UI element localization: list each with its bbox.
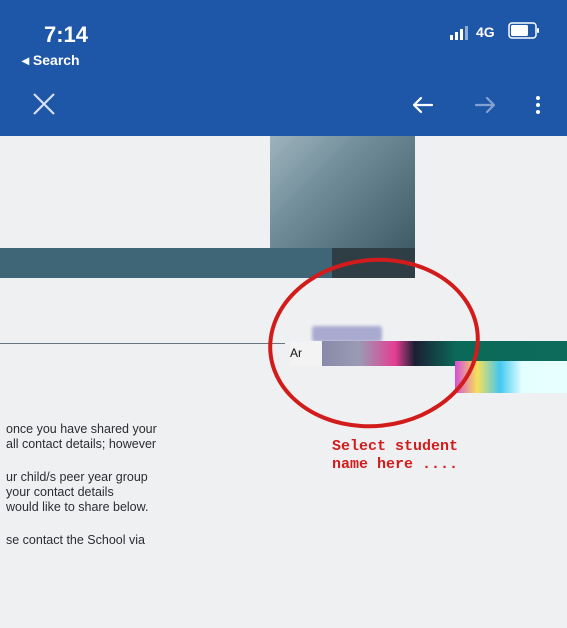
annotation-line-1: Select student bbox=[332, 438, 459, 455]
text-line: would like to share below. bbox=[6, 500, 149, 514]
close-icon[interactable] bbox=[26, 86, 62, 122]
annotation-line-2: name here .... bbox=[332, 456, 459, 473]
status-time: 7:14 bbox=[44, 22, 89, 47]
arrow-right-icon[interactable] bbox=[470, 92, 500, 118]
network-type: 4G bbox=[476, 24, 495, 40]
text-line: all contact details; however bbox=[6, 437, 157, 451]
app-header: 7:14 4G ◂ Search bbox=[0, 0, 567, 136]
battery-icon bbox=[508, 22, 539, 39]
kebab-menu-icon[interactable] bbox=[530, 92, 546, 118]
back-to-search-link[interactable]: ◂ Search bbox=[22, 52, 80, 69]
text-line: ur child/s peer year group bbox=[6, 470, 148, 484]
body-text: once you have shared your all contact de… bbox=[6, 422, 286, 566]
school-banner bbox=[0, 136, 415, 278]
divider bbox=[0, 343, 285, 344]
banner-photo bbox=[270, 136, 415, 248]
text-line: se contact the School via bbox=[6, 533, 145, 547]
text-line: your contact details bbox=[6, 485, 114, 499]
annotation-text: Select student name here .... bbox=[332, 438, 532, 474]
signal-icon bbox=[450, 26, 468, 40]
page-content: Ar Select student name here .... once yo… bbox=[0, 136, 567, 628]
paragraph-3: se contact the School via bbox=[6, 533, 286, 548]
paragraph-1: once you have shared your all contact de… bbox=[6, 422, 286, 452]
paragraph-2: ur child/s peer year group your contact … bbox=[6, 470, 286, 515]
text-line: once you have shared your bbox=[6, 422, 157, 436]
arrow-left-icon[interactable] bbox=[408, 92, 438, 118]
